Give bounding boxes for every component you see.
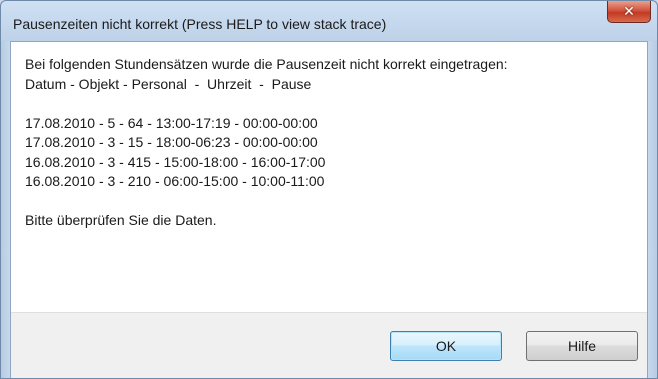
message-text: Bei folgenden Stundensätzen wurde die Pa… [25, 55, 508, 231]
message-entry: 17.08.2010 - 3 - 15 - 18:00-06:23 - 00:0… [25, 134, 318, 150]
dialog-title: Pausenzeiten nicht korrekt (Press HELP t… [13, 16, 387, 32]
window-frame-right [648, 41, 657, 378]
message-entry: 16.08.2010 - 3 - 210 - 06:00-15:00 - 10:… [25, 173, 325, 189]
help-button[interactable]: Hilfe [526, 331, 638, 361]
error-dialog: Pausenzeiten nicht korrekt (Press HELP t… [0, 0, 658, 379]
message-entry: 16.08.2010 - 3 - 415 - 15:00-18:00 - 16:… [25, 153, 326, 170]
message-intro: Bei folgenden Stundensätzen wurde die Pa… [25, 56, 508, 72]
title-bar[interactable]: Pausenzeiten nicht korrekt (Press HELP t… [1, 1, 657, 41]
message-footer: Bitte überprüfen Sie die Daten. [25, 212, 217, 228]
button-bar: OK Hilfe [11, 312, 647, 378]
close-button[interactable]: ✕ [607, 1, 651, 23]
message-entry: 17.08.2010 - 5 - 64 - 13:00-17:19 - 00:0… [25, 114, 318, 131]
close-icon: ✕ [623, 3, 635, 20]
ok-button[interactable]: OK [390, 331, 502, 361]
window-frame-left [1, 41, 10, 378]
message-column-header: Datum - Objekt - Personal - Uhrzeit - Pa… [25, 75, 312, 92]
